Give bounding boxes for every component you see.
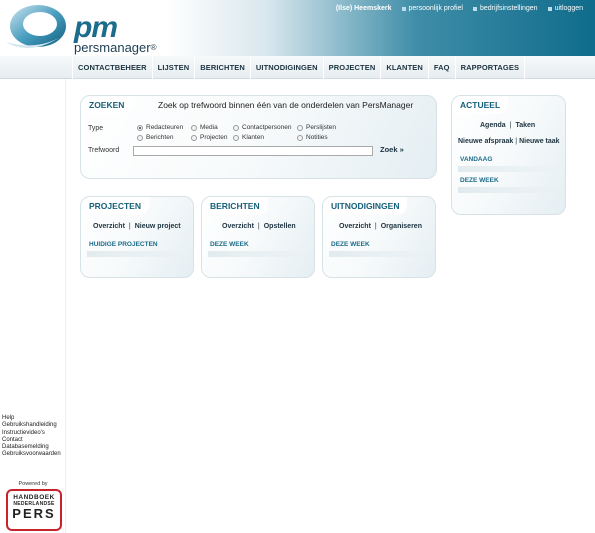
radio-perslijsten[interactable]: Perslijsten — [297, 124, 336, 131]
help-link[interactable]: Help — [2, 415, 61, 422]
sidebar-links: Help Gebruikshandleiding Instructievideo… — [2, 415, 61, 459]
nav-rapportages[interactable]: RAPPORTAGES — [456, 56, 526, 79]
search-button[interactable]: Zoek » — [380, 145, 404, 154]
uitnodigingen-overview-link[interactable]: Overzicht — [339, 223, 371, 230]
header: pm persmanager® (Ilse) Heemskerk persoon… — [0, 0, 595, 56]
logo-registered: ® — [150, 43, 157, 52]
search-title: ZOEKEN — [81, 96, 133, 114]
nav-klanten[interactable]: KLANTEN — [381, 56, 429, 79]
logo-name: persmanager — [74, 40, 151, 55]
radio-contactpersonen[interactable]: Contactpersonen — [233, 124, 292, 131]
radio-icon — [191, 134, 197, 141]
projecten-title: PROJECTEN — [81, 197, 149, 215]
handboek-logo[interactable]: HANDBOEK NEDERLANDSE PERS — [6, 489, 62, 531]
divider — [458, 187, 558, 193]
berichten-week-section: DEZE WEEK — [210, 241, 249, 248]
nav-uitnodigingen[interactable]: UITNODIGINGEN — [251, 56, 324, 79]
new-project-link[interactable]: Nieuw project — [135, 223, 181, 230]
logo-pm: pm — [74, 11, 118, 44]
bullet-icon — [547, 6, 552, 11]
berichten-links: Overzicht | Opstellen — [222, 223, 296, 230]
radio-projecten[interactable]: Projecten — [191, 134, 227, 141]
new-task-link[interactable]: Nieuwe taak — [519, 138, 559, 145]
powered-by: Powered by — [18, 481, 48, 487]
radio-berichten[interactable]: Berichten — [137, 134, 173, 141]
new-appointment-link[interactable]: Nieuwe afspraak — [458, 138, 513, 145]
radio-redacteuren[interactable]: Redacteuren — [137, 124, 183, 131]
divider — [87, 251, 187, 257]
manual-link[interactable]: Gebruikshandleiding — [2, 422, 61, 429]
terms-link[interactable]: Gebruiksvoorwaarden — [2, 451, 61, 458]
sidebar: Help Gebruikshandleiding Instructievideo… — [0, 79, 66, 533]
radio-icon — [137, 134, 143, 141]
actueel-title: ACTUEEL — [452, 96, 509, 114]
logout-link[interactable]: uitloggen — [547, 5, 583, 12]
divider — [208, 251, 308, 257]
uitnodigingen-links: Overzicht | Organiseren — [339, 223, 422, 230]
uitnodigingen-panel: UITNODIGINGEN Overzicht | Organiseren DEZE… — [322, 196, 436, 278]
radio-selected-icon — [137, 124, 143, 131]
videos-link[interactable]: Instructievideo's — [2, 430, 61, 437]
bullet-icon — [472, 6, 477, 11]
contact-link[interactable]: Contact — [2, 437, 61, 444]
profile-link[interactable]: persoonlijk profiel — [401, 5, 463, 12]
compose-link[interactable]: Opstellen — [264, 223, 296, 230]
logo-swirl-icon — [6, 5, 68, 49]
nav-projecten[interactable]: PROJECTEN — [324, 56, 382, 79]
projecten-overview-link[interactable]: Overzicht — [93, 223, 125, 230]
keyword-label: Trefwoord — [88, 147, 120, 154]
nav-berichten[interactable]: BERICHTEN — [195, 56, 251, 79]
radio-icon — [233, 134, 239, 141]
nav-contactbeheer[interactable]: CONTACTBEHEER — [73, 56, 153, 79]
projecten-panel: PROJECTEN Overzicht | Nieuw project HUIDIG… — [80, 196, 194, 278]
search-panel: ZOEKEN Zoek op trefwoord binnen één van … — [80, 95, 437, 179]
berichten-title: BERICHTEN — [202, 197, 268, 215]
radio-media[interactable]: Media — [191, 124, 218, 131]
user-name: (Ilse) Heemskerk — [335, 5, 392, 12]
actueel-links-1: Agenda | Taken — [480, 122, 536, 129]
radio-icon — [233, 124, 239, 131]
bullet-icon — [401, 6, 406, 11]
divider — [329, 251, 429, 257]
radio-icon — [191, 124, 197, 131]
berichten-panel: BERICHTEN Overzicht | Opstellen DEZE WEEK — [201, 196, 315, 278]
main-nav: CONTACTBEHEER LIJSTEN BERICHTEN UITNODIG… — [0, 56, 595, 79]
company-settings-link[interactable]: bedrijfsinstellingen — [472, 5, 538, 12]
uitnodigingen-title: UITNODIGINGEN — [323, 197, 408, 215]
actueel-panel: ACTUEEL Agenda | Taken Nieuwe afspraak | Nie… — [451, 95, 566, 215]
logo[interactable]: pm persmanager® — [74, 11, 157, 55]
radio-icon — [297, 134, 303, 141]
search-description: Zoek op trefwoord binnen één van de onde… — [158, 100, 414, 110]
uitnodigingen-week-section: DEZE WEEK — [331, 241, 370, 248]
projecten-links: Overzicht | Nieuw project — [93, 223, 181, 230]
nav-faq[interactable]: FAQ — [429, 56, 456, 79]
database-report-link[interactable]: Databasemelding — [2, 444, 61, 451]
type-label: Type — [88, 125, 104, 132]
vandaag-section: VANDAAG — [460, 156, 493, 163]
radio-klanten[interactable]: Klanten — [233, 134, 264, 141]
organize-link[interactable]: Organiseren — [381, 223, 422, 230]
agenda-link[interactable]: Agenda — [480, 122, 506, 129]
nav-lijsten[interactable]: LIJSTEN — [153, 56, 196, 79]
deze-week-section: DEZE WEEK — [460, 177, 499, 184]
keyword-input[interactable] — [133, 146, 373, 156]
berichten-overview-link[interactable]: Overzicht — [222, 223, 254, 230]
divider — [458, 166, 558, 172]
top-nav: (Ilse) Heemskerk persoonlijk profiel bed… — [336, 5, 583, 12]
taken-link[interactable]: Taken — [516, 122, 536, 129]
radio-icon — [297, 124, 303, 131]
current-projects-section: HUIDIGE PROJECTEN — [89, 241, 158, 248]
actueel-links-2: Nieuwe afspraak | Nieuwe taak — [458, 138, 560, 145]
radio-notities[interactable]: Notities — [297, 134, 328, 141]
